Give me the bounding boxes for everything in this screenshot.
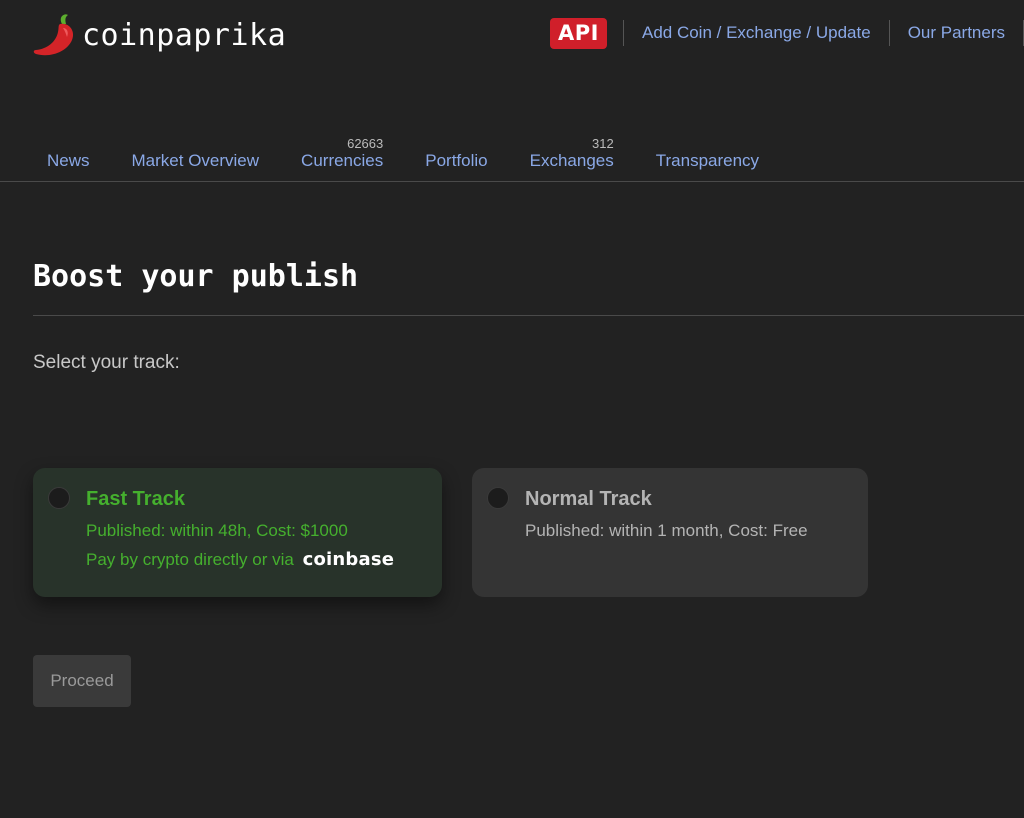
nav-item-label: Portfolio xyxy=(425,151,488,170)
page-title: Boost your publish xyxy=(33,259,359,294)
top-links: API Add Coin / Exchange / Update Our Par… xyxy=(550,17,1024,49)
proceed-button[interactable]: Proceed xyxy=(33,655,131,707)
add-coin-link[interactable]: Add Coin / Exchange / Update xyxy=(624,23,889,43)
page: coinpaprika API Add Coin / Exchange / Up… xyxy=(0,0,1024,818)
nav-item-label: News xyxy=(47,151,90,170)
api-badge-link[interactable]: API xyxy=(550,17,607,49)
nav-item-currencies[interactable]: 62663 Currencies xyxy=(280,133,404,179)
fast-track-option[interactable]: Fast Track Published: within 48h, Cost: … xyxy=(33,468,442,597)
nav-item-news[interactable]: News xyxy=(26,133,111,179)
normal-track-title: Normal Track xyxy=(525,488,652,510)
fast-track-radio[interactable] xyxy=(48,487,70,509)
our-partners-link[interactable]: Our Partners xyxy=(890,23,1023,43)
nav-item-transparency[interactable]: Transparency xyxy=(635,133,780,179)
coinbase-logo: coinbase xyxy=(302,549,395,570)
currencies-count: 62663 xyxy=(347,136,384,151)
fast-track-payment: Pay by crypto directly or via coinbase xyxy=(86,549,426,570)
nav-divider xyxy=(0,181,1024,182)
payment-text: Pay by crypto directly or via xyxy=(86,550,294,569)
nav-item-portfolio[interactable]: Portfolio xyxy=(404,133,508,179)
fast-track-details: Published: within 48h, Cost: $1000 xyxy=(86,521,348,540)
nav-item-market-overview[interactable]: Market Overview xyxy=(111,133,281,179)
exchanges-count: 312 xyxy=(592,136,614,151)
title-divider xyxy=(33,315,1024,316)
normal-track-option[interactable]: Normal Track Published: within 1 month, … xyxy=(472,468,868,597)
nav-item-label: Exchanges xyxy=(529,151,614,170)
logo[interactable]: coinpaprika xyxy=(32,12,286,58)
nav-item-label: Market Overview xyxy=(131,151,260,170)
nav-item-exchanges[interactable]: 312 Exchanges xyxy=(509,133,635,179)
select-track-label: Select your track: xyxy=(33,352,180,373)
chili-pepper-icon xyxy=(33,14,74,56)
nav-item-label: Currencies xyxy=(301,151,384,170)
logo-text: coinpaprika xyxy=(82,17,287,53)
normal-track-details: Published: within 1 month, Cost: Free xyxy=(525,521,808,540)
main-nav: News Market Overview 62663 Currencies Po… xyxy=(26,133,780,179)
normal-track-radio[interactable] xyxy=(487,487,509,509)
fast-track-title: Fast Track xyxy=(86,488,185,510)
nav-item-label: Transparency xyxy=(655,151,760,170)
